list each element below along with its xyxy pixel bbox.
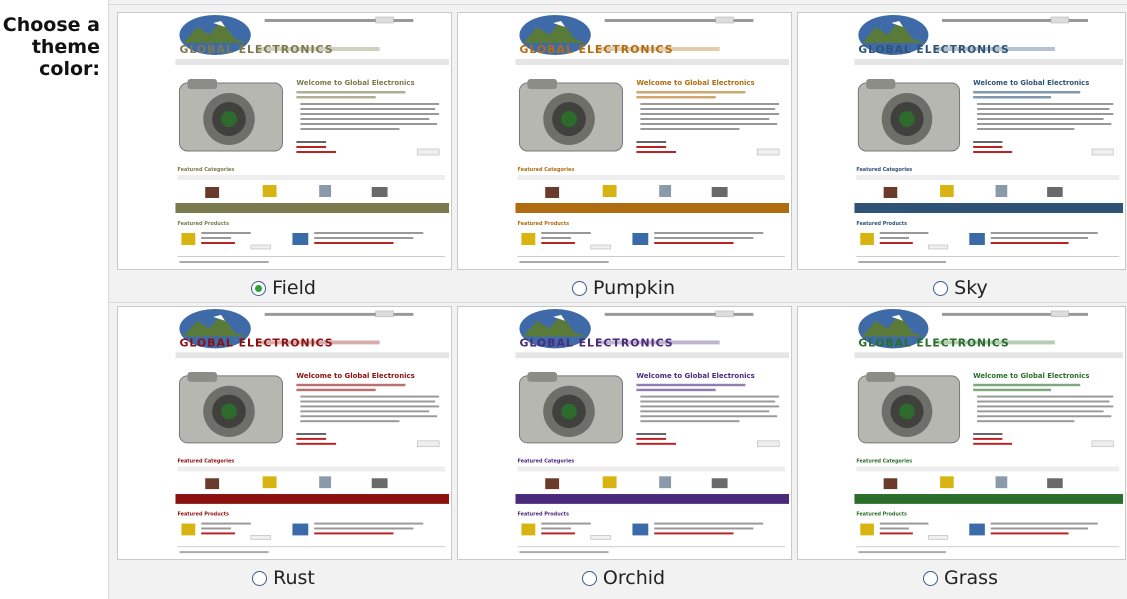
svg-text:Featured Categories: Featured Categories [856, 459, 912, 465]
svg-text:Featured Categories: Featured Categories [517, 167, 574, 173]
top-divider [108, 4, 1127, 5]
theme-name-label: Rust [273, 567, 315, 589]
radio-grass[interactable] [923, 570, 938, 586]
svg-text:Featured Products: Featured Products [177, 512, 229, 518]
svg-text:Welcome to Global Electronics: Welcome to Global Electronics [973, 79, 1089, 87]
radio-pumpkin[interactable] [571, 280, 587, 296]
svg-text:Featured Products: Featured Products [517, 221, 569, 227]
svg-text:Welcome to Global Electronics: Welcome to Global Electronics [296, 79, 414, 87]
theme-preview-orchid[interactable]: GLOBAL ELECTRONICS Welcome to Global Ele… [457, 306, 792, 560]
theme-preview-sky[interactable]: GLOBAL ELECTRONICS Welcome to Global Ele… [797, 12, 1126, 270]
theme-name-label: Sky [954, 277, 988, 299]
row-divider [108, 302, 1127, 303]
radio-field[interactable] [251, 280, 267, 296]
theme-preview-rust[interactable]: GLOBAL ELECTRONICS Welcome to Global Ele… [117, 306, 452, 560]
theme-option-sky[interactable]: Sky [797, 276, 1124, 300]
choose-theme-label: Choose a theme color: [2, 14, 100, 80]
theme-option-pumpkin[interactable]: Pumpkin [457, 276, 790, 300]
theme-name-label: Grass [944, 567, 998, 589]
theme-option-field[interactable]: Field [117, 276, 450, 300]
svg-text:Welcome to Global Electronics: Welcome to Global Electronics [296, 372, 414, 380]
theme-name-label: Orchid [602, 567, 666, 589]
svg-text:Featured Categories: Featured Categories [177, 167, 234, 173]
theme-preview-grass[interactable]: GLOBAL ELECTRONICS Welcome to Global Ele… [797, 306, 1126, 560]
svg-text:Welcome to Global Electronics: Welcome to Global Electronics [636, 79, 754, 87]
theme-option-rust[interactable]: Rust [117, 566, 450, 590]
radio-sky[interactable] [933, 280, 949, 296]
svg-text:Welcome to Global Electronics: Welcome to Global Electronics [636, 372, 754, 380]
theme-preview-field[interactable]: GLOBAL ELECTRONICS Welcome to Global Ele… [117, 12, 452, 270]
svg-text:Featured Categories: Featured Categories [856, 167, 912, 173]
label-column: Choose a theme color: [0, 0, 108, 599]
radio-orchid[interactable] [581, 570, 597, 586]
radio-rust[interactable] [252, 570, 268, 586]
svg-text:Featured Products: Featured Products [177, 221, 229, 227]
theme-option-grass[interactable]: Grass [797, 566, 1124, 590]
svg-text:Featured Products: Featured Products [856, 221, 907, 227]
svg-text:Featured Categories: Featured Categories [517, 459, 574, 465]
theme-name-label: Pumpkin [592, 277, 676, 299]
svg-text:Welcome to Global Electronics: Welcome to Global Electronics [973, 372, 1089, 380]
theme-preview-pumpkin[interactable]: GLOBAL ELECTRONICS Welcome to Global Ele… [457, 12, 792, 270]
theme-option-orchid[interactable]: Orchid [457, 566, 790, 590]
svg-text:Featured Products: Featured Products [517, 512, 569, 518]
theme-name-label: Field [272, 277, 316, 299]
svg-text:Featured Products: Featured Products [856, 512, 907, 518]
radio-selected-dot [255, 284, 263, 292]
svg-text:Featured Categories: Featured Categories [177, 459, 234, 465]
